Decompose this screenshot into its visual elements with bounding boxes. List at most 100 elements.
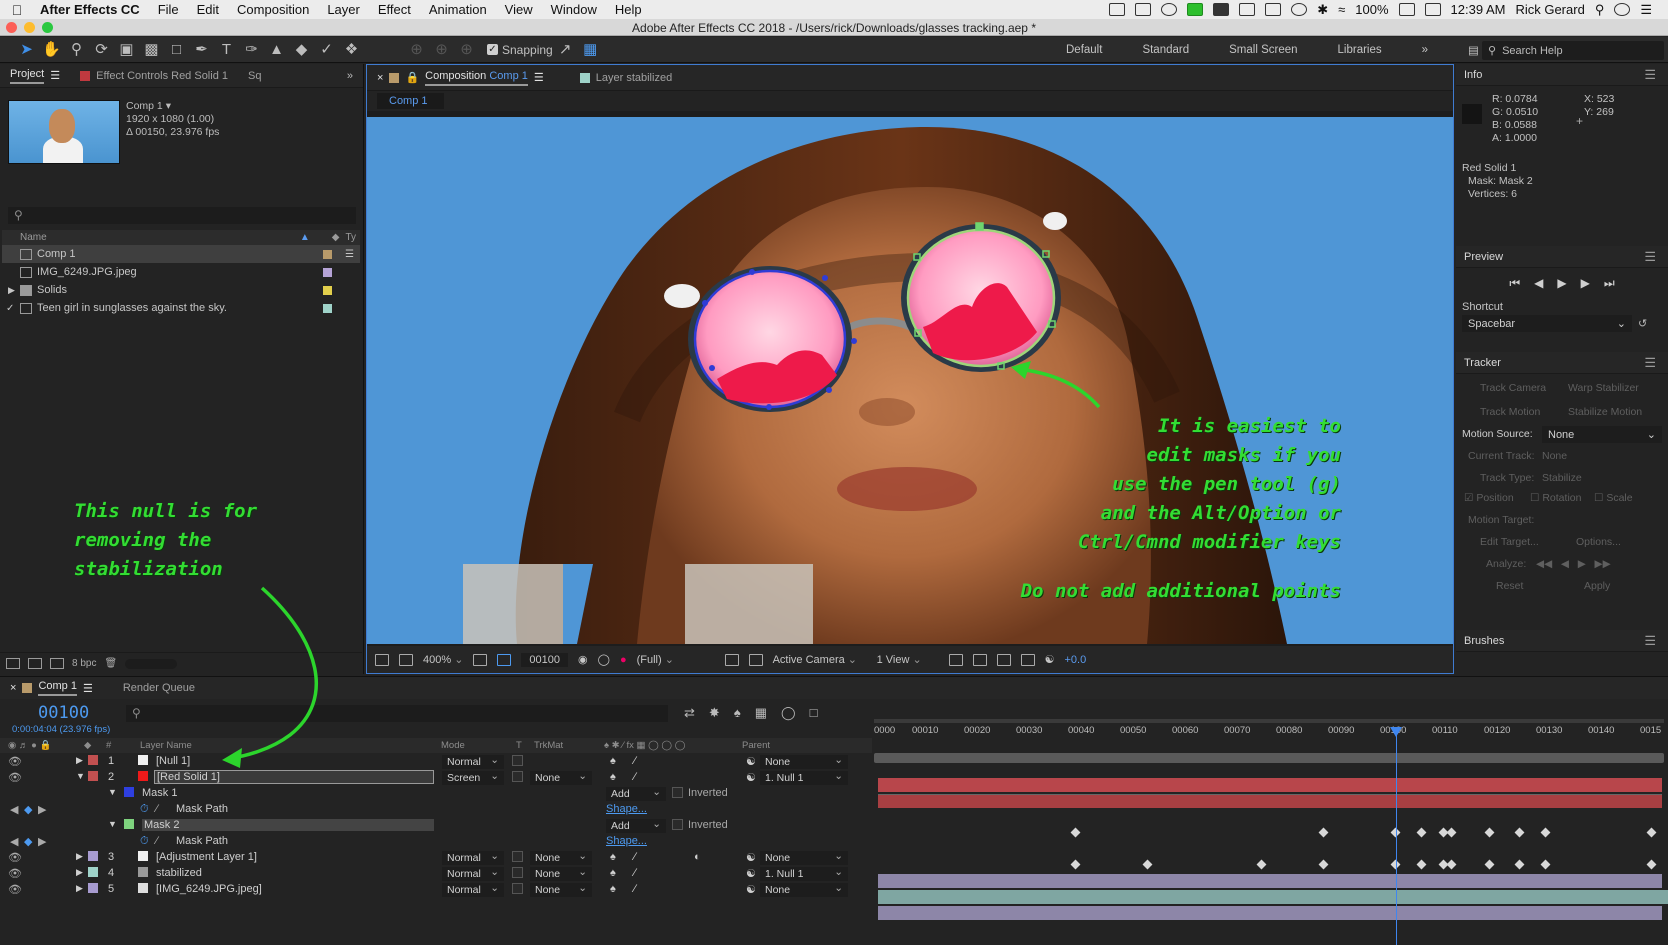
parent-dropdown[interactable]: None: [760, 849, 848, 865]
shy-switch-icon[interactable]: ♠: [610, 851, 616, 863]
trash-icon[interactable]: 🗑: [104, 658, 117, 669]
thumbnail-slider[interactable]: [125, 658, 178, 669]
column-parent[interactable]: Parent: [742, 740, 770, 751]
quality-switch-icon[interactable]: ∕: [634, 771, 636, 783]
app-status-icon[interactable]: [1187, 3, 1204, 16]
preserve-transparency-switch[interactable]: [512, 851, 523, 862]
close-tab-icon[interactable]: ×: [10, 682, 16, 694]
rotation-checkbox[interactable]: ☐ Rotation: [1530, 492, 1581, 504]
time-machine-icon[interactable]: [1291, 3, 1308, 16]
comp-info-name[interactable]: Comp 1: [126, 100, 163, 112]
visibility-eye-icon[interactable]: 👁: [8, 883, 22, 896]
next-keyframe-icon[interactable]: ▶: [38, 803, 46, 816]
snapshot-icon[interactable]: ◉: [578, 653, 588, 666]
tab-layer[interactable]: Layer stabilized: [570, 66, 682, 90]
mask-row-2[interactable]: ▼ Mask 2 Add Inverted: [0, 817, 872, 834]
column-t[interactable]: T: [516, 740, 522, 751]
layer-bar-5[interactable]: [878, 906, 1662, 920]
layer-row-2[interactable]: 👁 ▼ 2 [Red Solid 1] Screen None ♠ ∕ ☯ 1.…: [0, 769, 872, 786]
spotlight-icon[interactable]: ⚲: [1595, 2, 1605, 18]
layer-row-4[interactable]: 👁 ▶ 4 stabilized Normal None ♠ ∕ ☯ 1. Nu…: [0, 865, 872, 882]
tab-extra[interactable]: Sq: [238, 64, 271, 88]
new-comp-icon[interactable]: [50, 658, 64, 669]
siri-icon[interactable]: [1614, 3, 1631, 16]
screen-icon[interactable]: [1109, 3, 1126, 16]
motion-source-dropdown[interactable]: None ⌄: [1542, 426, 1662, 443]
shy-layers-icon[interactable]: ♠: [734, 705, 741, 721]
mask-name[interactable]: Mask 1: [142, 787, 177, 799]
apply-button[interactable]: Apply: [1584, 580, 1610, 592]
mask-shape-link[interactable]: Shape...: [606, 835, 647, 847]
mask-color-swatch[interactable]: [124, 819, 134, 829]
composition-viewer[interactable]: It is easiest to edit masks if you use t…: [367, 117, 1453, 644]
menu-composition[interactable]: Composition: [228, 2, 318, 17]
timeline-search-input[interactable]: ⚲: [126, 705, 668, 722]
clock[interactable]: 12:39 AM: [1451, 2, 1506, 17]
shy-switch-icon[interactable]: ♠: [610, 771, 616, 783]
axis-mode-local-icon[interactable]: ⊕: [404, 39, 429, 61]
work-area-bar[interactable]: [874, 753, 1664, 763]
menu-app[interactable]: After Effects CC: [34, 2, 149, 17]
snapping-toggle[interactable]: ✓ Snapping: [487, 43, 553, 57]
exposure-value[interactable]: +0.0: [1064, 654, 1086, 666]
edit-target-button[interactable]: Edit Target...: [1480, 536, 1539, 548]
prev-keyframe-icon[interactable]: ◀: [10, 835, 18, 848]
keyframe-marker[interactable]: [1318, 859, 1329, 870]
mask-color-swatch[interactable]: [124, 787, 134, 797]
time-graph[interactable]: 0000 00010 00020 00030 00040 00050 00060…: [874, 699, 1668, 945]
keyframe-marker[interactable]: [1446, 859, 1457, 870]
expand-arrow-icon[interactable]: ▶: [8, 285, 15, 296]
monitor-icon[interactable]: [1213, 3, 1230, 16]
lock-icon[interactable]: 🔒: [405, 71, 419, 84]
label-swatch[interactable]: [323, 285, 332, 295]
camera-tool-icon[interactable]: ▣: [114, 39, 139, 61]
battery-icon[interactable]: [1398, 3, 1415, 16]
mask-path-row-2[interactable]: ◀ ◆ ▶ ⏱ ∕ Mask Path Shape...: [0, 834, 872, 850]
motion-blur-icon[interactable]: ◯: [781, 705, 796, 721]
current-track-dropdown[interactable]: None: [1542, 450, 1567, 462]
workspace-overflow-icon[interactable]: »: [1402, 44, 1448, 56]
keyframe-marker[interactable]: [1416, 827, 1427, 838]
quality-switch-icon[interactable]: ∕: [634, 755, 636, 767]
add-keyframe-icon[interactable]: ◆: [24, 835, 32, 848]
menu-file[interactable]: File: [149, 2, 188, 17]
analyze-back-icon[interactable]: ◀◀ ◀ ▶ ▶▶: [1536, 558, 1611, 570]
label-column-icon[interactable]: ◆: [332, 232, 340, 243]
layer-label-swatch[interactable]: [88, 771, 98, 781]
layer-name[interactable]: [Red Solid 1]: [154, 770, 434, 784]
brush-tool-icon[interactable]: ✑: [239, 39, 264, 61]
preserve-transparency-switch[interactable]: [512, 755, 523, 766]
visibility-eye-icon[interactable]: 👁: [8, 771, 22, 784]
warp-stabilizer-button[interactable]: Warp Stabilizer: [1568, 382, 1639, 394]
panel-menu-icon[interactable]: ☰: [1644, 355, 1656, 371]
workspace-libraries[interactable]: Libraries: [1318, 44, 1402, 56]
mask-path-row-1[interactable]: ◀ ◆ ▶ ⏱ ∕ Mask Path Shape...: [0, 802, 872, 818]
keyframe-marker[interactable]: [1514, 859, 1525, 870]
mask-mode-dropdown[interactable]: Add: [606, 817, 666, 833]
timeline-icon[interactable]: [996, 653, 1011, 666]
chevron-down-icon[interactable]: ▾: [166, 100, 171, 112]
layer-label-swatch[interactable]: [88, 851, 98, 861]
track-motion-button[interactable]: Track Motion: [1480, 406, 1540, 418]
play-icon[interactable]: ▶: [1557, 276, 1566, 291]
panel-menu-icon[interactable]: ☰: [1644, 67, 1656, 83]
reset-button[interactable]: Reset: [1496, 580, 1523, 592]
layer-bar-1[interactable]: [878, 778, 1662, 792]
stopwatch-icon[interactable]: ⏱: [140, 803, 149, 816]
column-layer-name[interactable]: Layer Name: [140, 740, 192, 751]
tab-composition[interactable]: × 🔒 Composition Comp 1 ☰: [367, 66, 554, 90]
layer-bar-2[interactable]: [878, 794, 1662, 808]
tab-effect-controls[interactable]: Effect Controls Red Solid 1: [70, 64, 238, 88]
layer-bar-4[interactable]: [878, 890, 1668, 904]
tab-render-queue[interactable]: Render Queue: [113, 676, 205, 700]
layer-name[interactable]: [IMG_6249.JPG.jpeg]: [156, 883, 262, 895]
mask-name[interactable]: Mask 2: [142, 819, 434, 831]
shy-switch-icon[interactable]: ♠: [610, 867, 616, 879]
hand-tool-icon[interactable]: ✋: [39, 39, 64, 61]
keyframe-marker[interactable]: [1142, 859, 1153, 870]
column-mode[interactable]: Mode: [441, 740, 465, 751]
layer-name[interactable]: stabilized: [156, 867, 202, 879]
track-type-dropdown[interactable]: Stabilize: [1542, 472, 1582, 484]
inverted-checkbox[interactable]: [672, 787, 683, 798]
label-swatch[interactable]: [323, 267, 332, 277]
